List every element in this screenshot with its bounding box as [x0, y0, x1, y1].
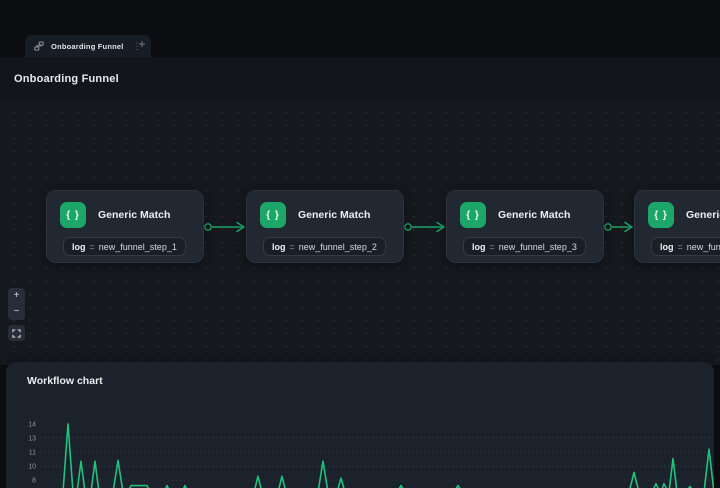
y-axis-tick-label: 10 — [28, 464, 36, 471]
param-key: log — [272, 242, 286, 252]
zoom-out-button[interactable]: − — [8, 304, 25, 320]
y-axis-tick-label: 14 — [28, 422, 36, 429]
node-title: Generic Match — [686, 209, 720, 221]
edge-source-handle[interactable] — [605, 224, 611, 230]
zoom-in-button[interactable]: + — [8, 288, 25, 304]
y-axis-tick-label: 13 — [28, 436, 36, 443]
workflow-chart-svg: 14 13 11 10 8 — [6, 362, 714, 488]
edge-arrowhead-icon — [437, 223, 444, 232]
zoom-button-group: + − — [8, 288, 25, 320]
param-operator: = — [678, 242, 683, 252]
braces-icon: { } — [648, 202, 674, 228]
y-axis-tick-label: 11 — [29, 450, 36, 457]
edge-connector — [205, 223, 244, 232]
node-header: { } Generic Match — [47, 191, 203, 228]
edge-source-handle[interactable] — [405, 224, 411, 230]
fit-view-button[interactable] — [8, 325, 25, 341]
tab-label: Onboarding Funnel — [51, 42, 124, 51]
new-tab-button[interactable]: + — [134, 38, 150, 52]
node-title: Generic Match — [98, 209, 170, 221]
workflow-node[interactable]: { } Generic Match log = new_funnel_step_4 — [634, 190, 720, 263]
param-key: log — [72, 242, 86, 252]
fit-view-icon — [12, 329, 21, 338]
node-header: { } Generic Match — [635, 191, 720, 228]
braces-icon: { } — [60, 202, 86, 228]
page-header: Onboarding Funnel — [0, 57, 720, 100]
edge-connector — [605, 223, 632, 232]
workflow-icon — [34, 41, 44, 51]
node-param-badge[interactable]: log = new_funnel_step_2 — [263, 237, 386, 256]
chart-line-series — [40, 424, 714, 488]
workflow-node[interactable]: { } Generic Match log = new_funnel_step_1 — [46, 190, 204, 263]
page-title: Onboarding Funnel — [14, 73, 119, 85]
param-value: new_funnel_step_1 — [99, 242, 177, 252]
canvas-zoom-controls: + − — [8, 288, 25, 341]
y-axis-tick-label: 8 — [32, 478, 36, 485]
tab-onboarding-funnel[interactable]: Onboarding Funnel ⋮ — [25, 35, 151, 57]
workflow-chart-panel: Workflow chart 141311108 — [6, 362, 714, 488]
param-key: log — [472, 242, 486, 252]
param-operator: = — [90, 242, 95, 252]
node-header: { } Generic Match — [447, 191, 603, 228]
node-header: { } Generic Match — [247, 191, 403, 228]
node-param-badge[interactable]: log = new_funnel_step_1 — [63, 237, 186, 256]
braces-icon: { } — [460, 202, 486, 228]
node-title: Generic Match — [498, 209, 570, 221]
param-key: log — [660, 242, 674, 252]
app-window: Onboarding Funnel ⋮ + Onboarding Funnel … — [0, 0, 720, 488]
workflow-node[interactable]: { } Generic Match log = new_funnel_step_2 — [246, 190, 404, 263]
edge-connector — [405, 223, 444, 232]
param-value: new_funnel_step_4 — [687, 242, 720, 252]
node-title: Generic Match — [298, 209, 370, 221]
tab-bar: Onboarding Funnel ⋮ + — [0, 0, 720, 57]
param-value: new_funnel_step_3 — [499, 242, 577, 252]
edge-arrowhead-icon — [237, 223, 244, 232]
param-operator: = — [290, 242, 295, 252]
edge-arrowhead-icon — [625, 223, 632, 232]
edge-source-handle[interactable] — [205, 224, 211, 230]
node-param-badge[interactable]: log = new_funnel_step_4 — [651, 237, 720, 256]
param-value: new_funnel_step_2 — [299, 242, 377, 252]
workflow-canvas[interactable]: { }Generic Matchlog=new_funnel_step_1{ }… — [0, 100, 720, 365]
node-param-badge[interactable]: log = new_funnel_step_3 — [463, 237, 586, 256]
workflow-node[interactable]: { } Generic Match log = new_funnel_step_3 — [446, 190, 604, 263]
param-operator: = — [490, 242, 495, 252]
braces-icon: { } — [260, 202, 286, 228]
